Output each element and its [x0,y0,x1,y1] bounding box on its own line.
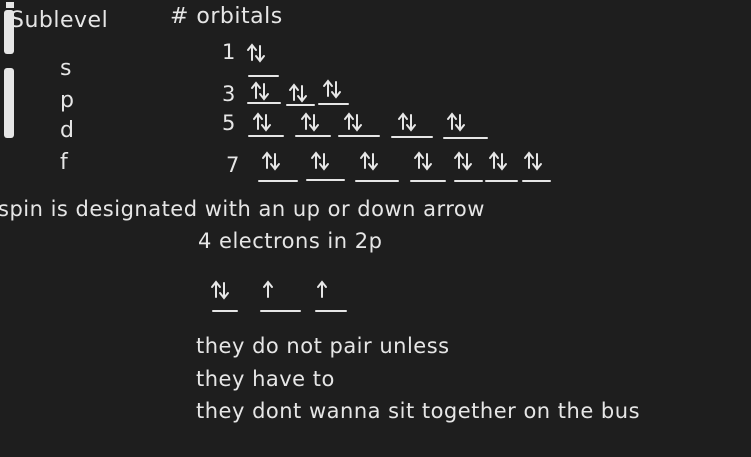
p-orbital-boxes [247,80,349,106]
orbital-diagrams [211,44,551,312]
window-edge-strip [4,2,14,138]
f-orbital-boxes [258,152,551,182]
d-orbital-boxes [248,113,488,139]
s-orbital-box [247,44,279,77]
2p-electron-boxes [211,281,347,312]
